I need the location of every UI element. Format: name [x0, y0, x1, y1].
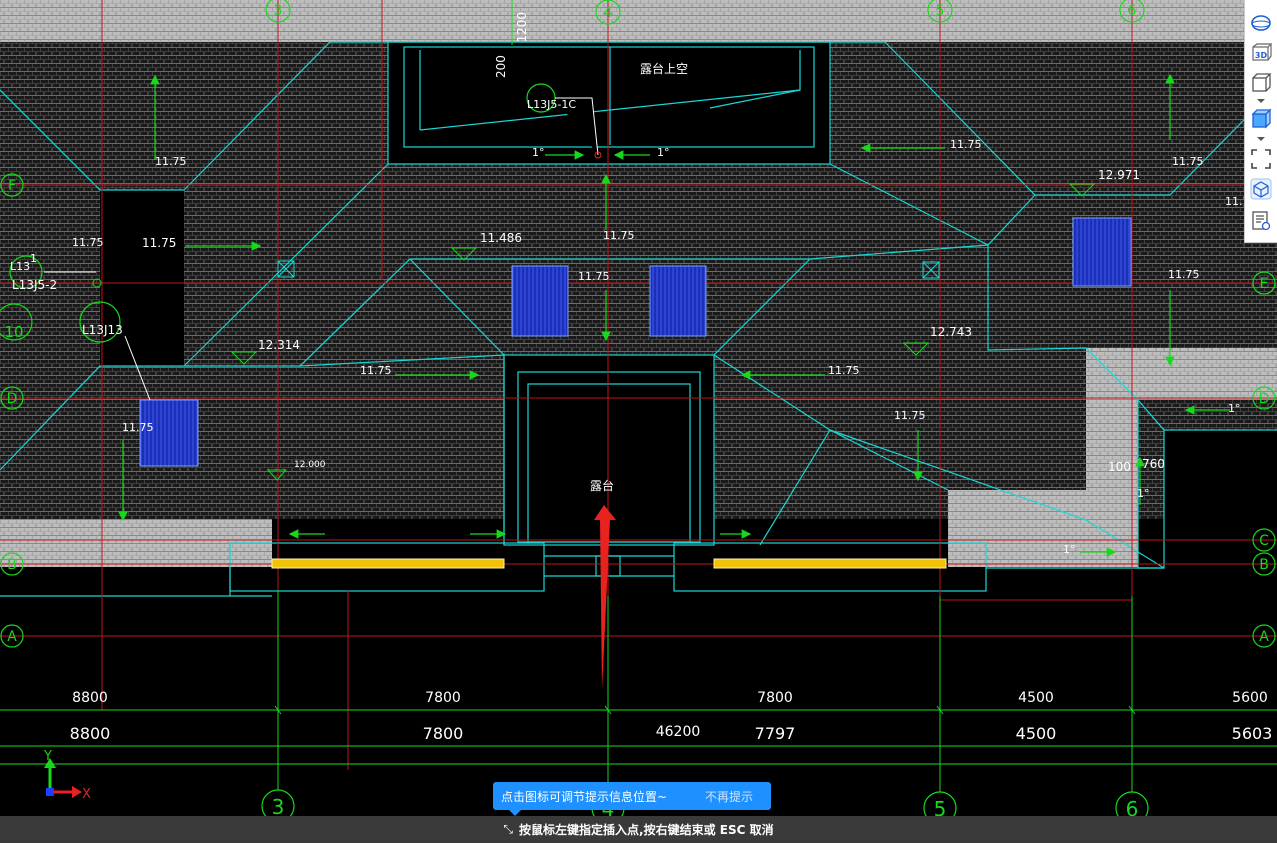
- elev-k: 11.75: [1168, 268, 1200, 281]
- dim-760: 760: [1142, 457, 1165, 471]
- grid-left-a: A: [7, 629, 17, 645]
- label-terrace-above: 露台上空: [640, 61, 688, 76]
- dim-r1-2: 7800: [425, 690, 461, 706]
- elev-11486: 11.486: [480, 231, 522, 245]
- label-slope-1: 1°: [532, 146, 545, 159]
- label-callout-1: 1: [30, 252, 37, 265]
- label-slope-3: 1°: [1228, 402, 1241, 415]
- label-ref-l13j5-1c: L13J5-1C: [527, 98, 576, 111]
- dim-r1-1: 8800: [72, 690, 108, 706]
- gutter-right: [713, 558, 947, 569]
- label-ref-l13j5-2: L13J5-2: [12, 278, 57, 292]
- top-dim-text: 1200: [515, 12, 529, 43]
- solid-cube-icon[interactable]: [1248, 106, 1274, 132]
- cad-drawing-canvas[interactable]: 3 4 5 6 F D B A 10 E D C B A 3 4 5 6 3 5…: [0, 0, 1277, 843]
- dim-r2-3: 7797: [755, 724, 796, 743]
- tip-dismiss-button[interactable]: 不再提示: [705, 788, 753, 805]
- dim-r1-5: 5600: [1232, 690, 1268, 706]
- elev-12971: 12.971: [1098, 168, 1140, 182]
- properties-panel-icon[interactable]: [1248, 208, 1274, 234]
- label-ref-l13: L13: [10, 260, 30, 273]
- label-slope-4: 1°: [1063, 543, 1076, 556]
- elev-12743: 12.743: [930, 325, 972, 339]
- elev-e: 11.75: [360, 364, 392, 377]
- grid-top-4: 4: [604, 5, 613, 21]
- command-prompt: 按鼠标左键指定插入点,按右键结束或 ESC 取消: [519, 823, 774, 837]
- label-slope-5: 1°: [1137, 487, 1150, 500]
- grid-top-5: 5: [936, 3, 945, 19]
- tip-text: 点击图标可调节提示信息位置~: [501, 789, 668, 804]
- label-dim-200: 200: [494, 55, 508, 78]
- grid-right-a: A: [1259, 629, 1269, 645]
- grid-left-sub: 10: [4, 323, 23, 341]
- grid-top-3: 3: [274, 3, 283, 19]
- grid-right-b: B: [1259, 557, 1269, 573]
- elev-i: 11.75: [950, 138, 982, 151]
- terrace-above-void: [388, 42, 830, 164]
- label-slope-2: 1°: [657, 146, 670, 159]
- elev-m: 11.75: [894, 409, 926, 422]
- elev-b: 11.75: [72, 236, 104, 249]
- frame-select-icon[interactable]: [1248, 146, 1274, 172]
- ucs-x-label: X: [82, 787, 91, 802]
- top-tile-strip: [0, 0, 1244, 42]
- lower-black-area: [0, 567, 1277, 816]
- dropdown-caret-icon[interactable]: [1257, 99, 1265, 103]
- command-status-bar: ⤡ 按鼠标左键指定插入点,按右键结束或 ESC 取消: [0, 816, 1277, 843]
- elev-a: 11.75: [155, 155, 187, 168]
- right-void: [1164, 430, 1277, 570]
- grid-right-d: D: [1259, 391, 1270, 407]
- dim-r2-1: 8800: [70, 724, 111, 743]
- elev-g: 11.75: [578, 270, 610, 283]
- grid-right-e: E: [1260, 276, 1269, 292]
- dim-100: 100: [1108, 460, 1131, 474]
- elev-f: 11.75: [603, 229, 635, 242]
- grid-left-b: B: [7, 557, 17, 573]
- cube-outline-icon[interactable]: [1248, 176, 1274, 202]
- label-ref-l13j13: L13J13: [82, 323, 123, 337]
- cursor-arrows-icon: ⤡: [503, 822, 514, 836]
- elev-j: 11.75: [1172, 155, 1204, 168]
- elev-c: 11.75: [142, 236, 176, 250]
- dim-r2-4: 4500: [1016, 724, 1057, 743]
- grid-left-f: F: [8, 178, 16, 194]
- dormer-window-2: [511, 265, 569, 337]
- 3d-view-icon[interactable]: 3D: [1248, 40, 1274, 66]
- dim-r2-2: 7800: [423, 724, 464, 743]
- gutter-left: [271, 558, 505, 569]
- dormer-window-3: [649, 265, 707, 337]
- left-void: [100, 190, 184, 366]
- ucs-y-label: Y: [43, 749, 52, 764]
- elev-d: 11.75: [122, 421, 154, 434]
- sphere-view-icon[interactable]: [1248, 10, 1274, 36]
- grid-top-6: 6: [1128, 3, 1137, 19]
- dropdown-caret-icon-2[interactable]: [1257, 137, 1265, 141]
- dim-r2-5: 5603: [1232, 724, 1273, 743]
- grid-left-d: D: [7, 391, 18, 407]
- dim-total: 46200: [656, 724, 701, 740]
- elev-h: 11.75: [828, 364, 860, 377]
- view-toolbar: 3D: [1244, 0, 1277, 243]
- dormer-window-4: [1072, 217, 1132, 287]
- grid-right-c: C: [1259, 533, 1269, 549]
- cube-view-icon[interactable]: [1248, 70, 1274, 96]
- dim-r1-3: 7800: [757, 690, 793, 706]
- elev-12314: 12.314: [258, 338, 300, 352]
- label-terrace: 露台: [590, 478, 614, 493]
- elev-12000: 12.000: [294, 460, 326, 470]
- tip-bubble[interactable]: 点击图标可调节提示信息位置~ 不再提示: [493, 782, 771, 816]
- 3d-label: 3D: [1254, 50, 1268, 60]
- dim-r1-4: 4500: [1018, 690, 1054, 706]
